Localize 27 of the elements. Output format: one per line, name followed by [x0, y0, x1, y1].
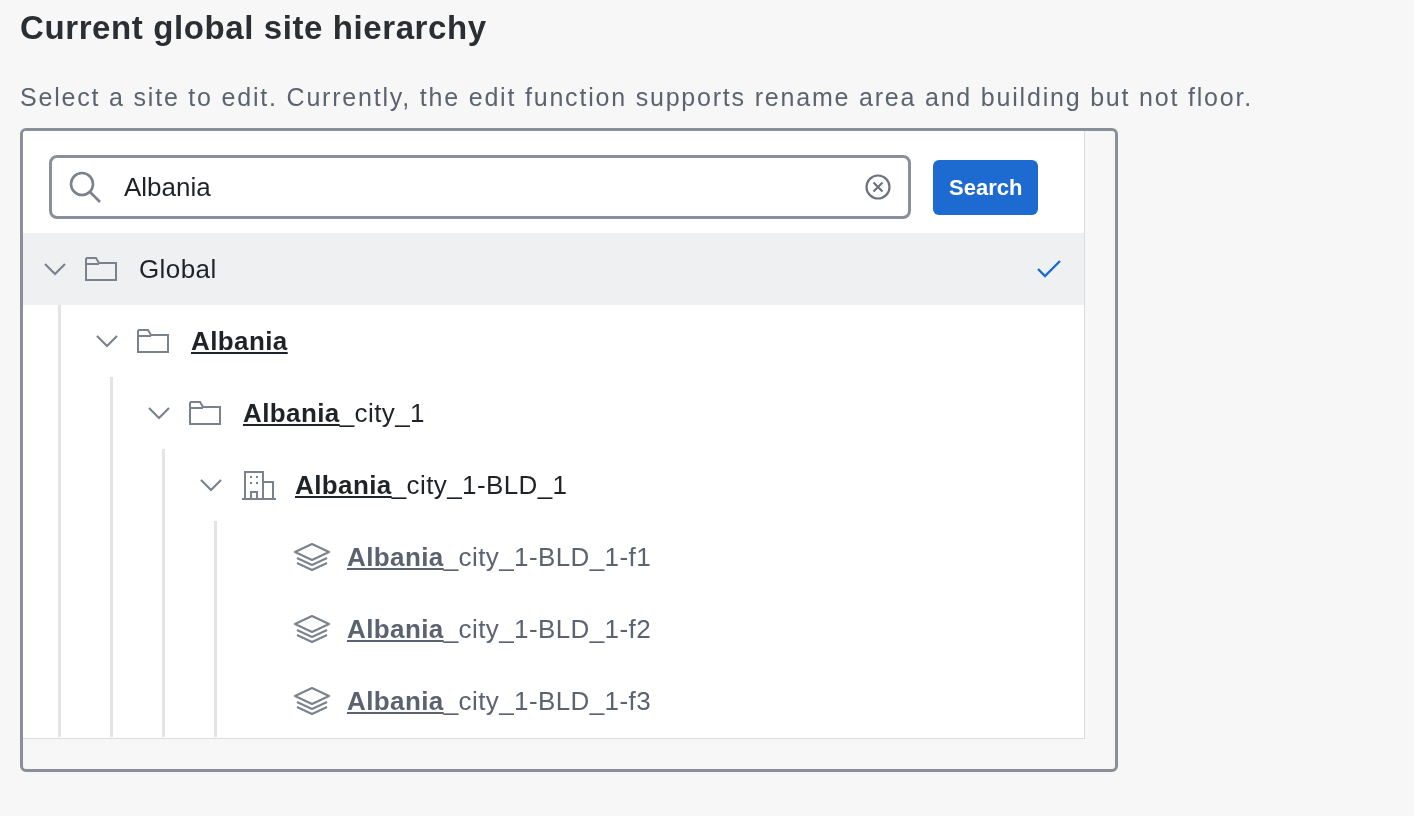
site-label[interactable]: Albania_city_1-BLD_1-f2 — [347, 609, 651, 649]
page-description: Select a site to edit. Currently, the edit function supports rename area and building but not floor. — [20, 82, 1254, 112]
search-field[interactable]: Albania — [49, 155, 911, 219]
site-label[interactable]: Albania_city_1 — [243, 393, 425, 433]
chevron-icon[interactable] — [147, 406, 171, 420]
chevron-icon[interactable] — [95, 334, 119, 348]
tree-row[interactable]: Global — [23, 233, 1084, 305]
search-button[interactable]: Search — [933, 159, 1039, 215]
clear-icon[interactable] — [864, 173, 892, 201]
layers-icon — [293, 614, 331, 644]
folder-icon — [137, 328, 169, 354]
building-icon — [241, 470, 277, 500]
site-label[interactable]: Albania_city_1-BLD_1-f1 — [347, 537, 651, 577]
checkmark-icon — [1036, 259, 1062, 279]
chevron-icon[interactable] — [199, 478, 223, 492]
site-label[interactable]: Albania — [191, 321, 288, 361]
search-input[interactable]: Albania — [124, 167, 864, 207]
folder-icon — [85, 256, 117, 282]
layers-icon — [293, 542, 331, 572]
site-label[interactable]: Albania_city_1-BLD_1 — [295, 465, 568, 505]
page-title: Current global site hierarchy — [20, 8, 488, 48]
chevron-icon[interactable] — [43, 262, 67, 276]
site-label[interactable]: Albania_city_1-BLD_1-f3 — [347, 681, 651, 721]
layers-icon — [293, 686, 331, 716]
search-icon — [68, 170, 102, 204]
site-label[interactable]: Global — [139, 249, 217, 289]
folder-icon — [189, 400, 221, 426]
